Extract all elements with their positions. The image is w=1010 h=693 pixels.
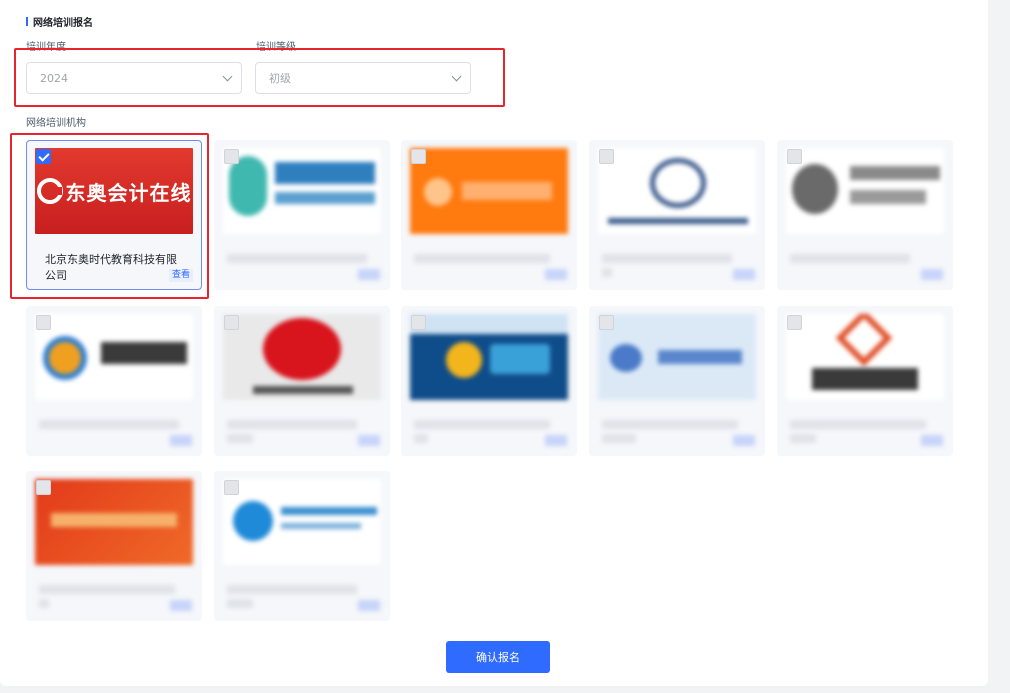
institution-card[interactable] [214,471,390,621]
section-title: 网络培训报名 [26,14,93,29]
year-label: 培训年度 [26,42,66,53]
checkbox-checked[interactable] [36,149,51,164]
level-select-value: 初级 [269,72,291,85]
institution-card[interactable] [214,306,390,456]
institution-card[interactable] [26,306,202,456]
page-scroll-gutter [988,0,1010,693]
institutions-label: 网络培训机构 [26,118,86,129]
institution-card[interactable] [589,306,765,456]
institution-card[interactable]: 东奥会计在线 北京东奥时代教育科技有限公司 查看 [26,140,202,290]
dongao-logo-icon [36,178,63,204]
level-label: 培训等级 [256,42,296,53]
checkbox[interactable] [599,315,614,330]
checkbox[interactable] [224,149,239,164]
institution-logo [786,148,944,234]
chevron-down-icon [451,71,462,81]
institution-logo [598,148,756,234]
institution-card[interactable] [777,140,953,290]
institution-logo [410,148,568,234]
year-select-value: 2024 [40,71,68,85]
institution-logo [223,148,381,234]
checkbox[interactable] [36,315,51,330]
view-link[interactable]: 查看 [169,269,193,282]
level-select[interactable]: 初级 [255,62,471,94]
institution-card[interactable] [26,471,202,621]
institution-name: 北京东奥时代教育科技有限公司 [45,253,177,282]
institution-card[interactable] [214,140,390,290]
institution-logo [223,314,381,400]
institution-card[interactable] [777,306,953,456]
checkbox[interactable] [787,149,802,164]
institution-card[interactable] [401,306,577,456]
checkbox[interactable] [36,480,51,495]
title-accent-bar [26,17,28,26]
checkbox[interactable] [411,149,426,164]
institution-card[interactable] [589,140,765,290]
chevron-down-icon [222,71,233,81]
checkbox[interactable] [224,480,239,495]
checkbox[interactable] [224,315,239,330]
checkbox[interactable] [599,149,614,164]
checkbox[interactable] [411,315,426,330]
section-title-text: 网络培训报名 [33,18,93,29]
institution-logo [786,314,944,400]
confirm-signup-button[interactable]: 确认报名 [446,641,550,673]
logo-text: 东奥会计在线 [65,180,192,205]
institution-logo [35,314,193,400]
checkbox[interactable] [787,315,802,330]
signup-panel: 网络培训报名 培训年度 培训等级 2024 初级 网络培训机构 东奥会计在线 北… [0,0,988,686]
institution-card[interactable] [401,140,577,290]
year-select[interactable]: 2024 [26,62,242,94]
institution-logo [410,314,568,400]
institution-logo [598,314,756,400]
institution-logo [35,479,193,565]
institution-logo [223,479,381,565]
institution-logo: 东奥会计在线 [35,148,193,234]
